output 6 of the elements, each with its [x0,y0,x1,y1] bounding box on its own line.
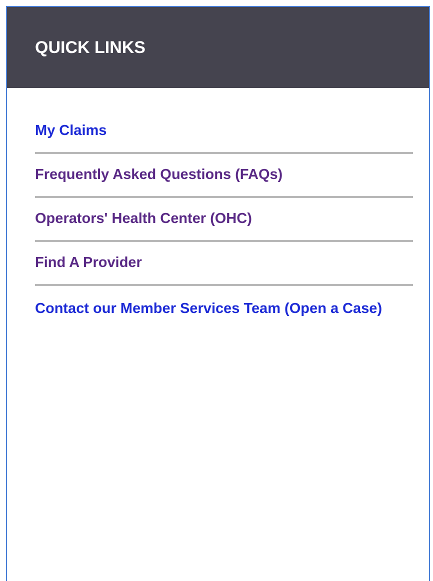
quick-link[interactable]: Find A Provider [35,254,413,272]
quick-link[interactable]: Contact our Member Services Team (Open a Case) [35,300,413,318]
quick-link[interactable]: Operators' Health Center (OHC) [35,210,413,228]
panel-title: QUICK LINKS [35,36,146,59]
quick-link[interactable]: My Claims [35,122,413,140]
quick-link[interactable]: Frequently Asked Questions (FAQs) [35,166,413,184]
